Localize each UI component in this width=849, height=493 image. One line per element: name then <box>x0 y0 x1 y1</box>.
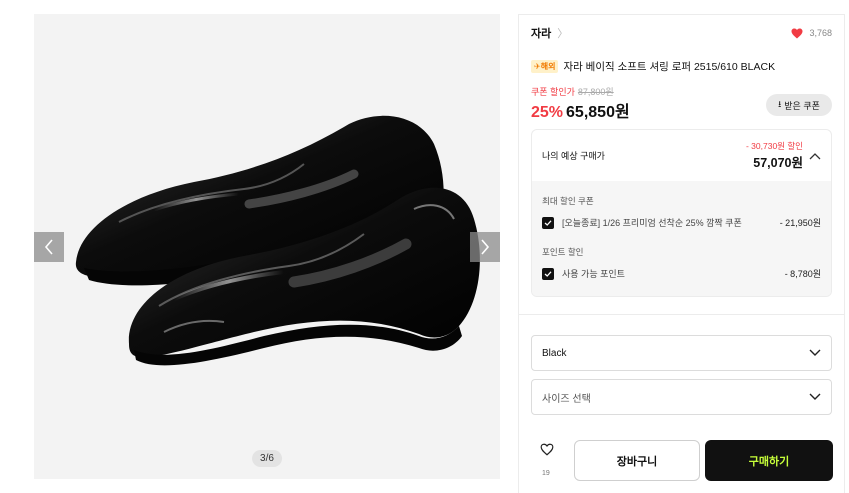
point-name: 사용 가능 포인트 <box>562 269 625 279</box>
coupon-row: [오늘종료] 1/26 프리미엄 선착순 25% 깜짝 쿠폰 - 21,950원 <box>542 216 821 229</box>
heart-icon <box>791 28 803 39</box>
color-select[interactable]: Black <box>531 335 832 371</box>
coupon-name: [오늘종료] 1/26 프리미엄 선착순 25% 깜짝 쿠폰 <box>562 218 742 228</box>
chevron-right-icon: 〉 <box>557 28 569 40</box>
max-coupon-title: 최대 할인 쿠폰 <box>542 196 594 206</box>
brand-row: 자라 〉 3,768 <box>531 24 832 42</box>
chevron-down-icon <box>809 393 821 400</box>
point-checkbox[interactable] <box>542 267 554 280</box>
brand-link[interactable]: 자라 〉 <box>531 25 568 41</box>
chevron-right-icon <box>481 239 490 255</box>
coupon-button-label: 받은 쿠폰 <box>784 100 820 111</box>
wishlist-button[interactable] <box>539 443 555 461</box>
like-summary[interactable]: 3,768 <box>791 28 832 39</box>
wishlist-count: 19 <box>542 470 550 477</box>
estimated-price-toggle[interactable]: 나의 예상 구매가 - 30,730원 할인 57,070원 <box>532 130 831 181</box>
buy-now-button[interactable]: 구매하기 <box>705 440 833 481</box>
section-divider <box>519 314 844 315</box>
chevron-left-icon <box>44 239 53 255</box>
coupon-amount: - 21,950원 <box>779 218 821 228</box>
estimated-price-box: 나의 예상 구매가 - 30,730원 할인 57,070원 최대 할인 쿠폰 … <box>531 129 832 297</box>
coupon-checkbox[interactable] <box>542 216 554 229</box>
brand-name: 자라 <box>531 28 552 40</box>
like-count: 3,768 <box>809 28 832 38</box>
product-title-row: ✈해외 자라 베이직 소프트 셔링 로퍼 2515/610 BLACK <box>531 59 832 74</box>
add-to-cart-button[interactable]: 장바구니 <box>574 440 700 481</box>
point-title: 포인트 할인 <box>542 247 584 257</box>
discount-rate: 25% <box>531 104 564 121</box>
product-title: 자라 베이직 소프트 셔링 로퍼 2515/610 BLACK <box>563 61 776 73</box>
estimated-price-label: 나의 예상 구매가 <box>542 151 605 161</box>
coupon-price-label: 쿠폰 할인가 87,800원 <box>531 85 614 98</box>
prev-image-button[interactable] <box>34 232 64 262</box>
image-counter: 3/6 <box>252 450 282 467</box>
chevron-up-icon <box>809 152 821 159</box>
download-icon: ⭳ <box>778 99 782 109</box>
point-amount: - 8,780원 <box>784 269 821 279</box>
check-icon <box>544 270 552 277</box>
size-select-placeholder: 사이즈 선택 <box>542 393 591 405</box>
overseas-badge: ✈해외 <box>531 60 559 73</box>
coupon-price-text: 쿠폰 할인가 <box>531 87 575 97</box>
original-price: 87,800원 <box>577 87 614 97</box>
sale-price: 65,850원 <box>566 104 630 121</box>
size-select[interactable]: 사이즈 선택 <box>531 379 832 415</box>
chevron-down-icon <box>809 349 821 356</box>
total-discount: - 30,730원 할인 <box>745 141 803 151</box>
point-row: 사용 가능 포인트 - 8,780원 <box>542 267 821 280</box>
product-image-gallery[interactable]: 3/6 <box>34 14 500 479</box>
check-icon <box>544 219 552 226</box>
product-image <box>75 115 480 366</box>
estimated-price: 57,070원 <box>753 156 803 170</box>
color-select-value: Black <box>542 347 567 359</box>
price-row: 25% 65,850원 <box>531 98 630 122</box>
product-info-panel: 자라 〉 3,768 ✈해외 자라 베이직 소프트 셔링 로퍼 2515/610… <box>518 14 845 493</box>
heart-outline-icon <box>540 443 554 456</box>
next-image-button[interactable] <box>470 232 500 262</box>
received-coupon-button[interactable]: ⭳ 받은 쿠폰 <box>766 94 832 116</box>
discount-details: 최대 할인 쿠폰 [오늘종료] 1/26 프리미엄 선착순 25% 깜짝 쿠폰 … <box>532 181 831 296</box>
